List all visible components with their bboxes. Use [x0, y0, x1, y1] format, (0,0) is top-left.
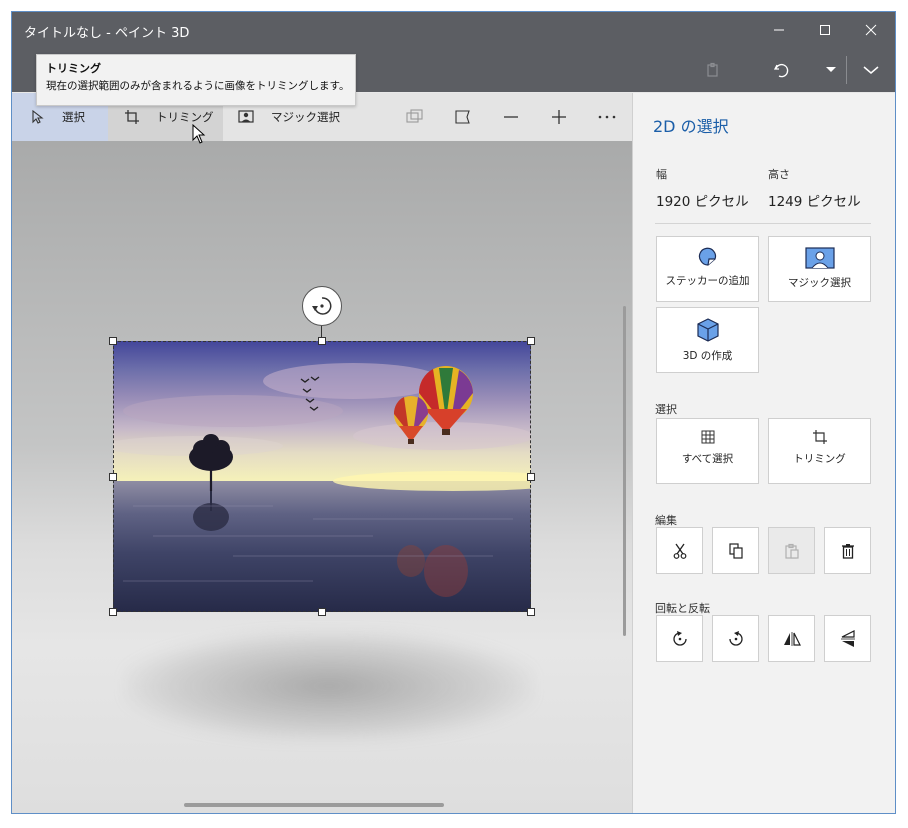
width-label: 幅	[656, 168, 667, 181]
minimize-icon	[774, 29, 784, 31]
crop-icon	[122, 109, 142, 125]
ellipsis-icon	[598, 115, 616, 119]
flip-vertical-icon	[840, 629, 855, 647]
resize-handle-top-right[interactable]	[527, 337, 535, 345]
copy-button[interactable]	[712, 527, 759, 574]
magic-select-tool-label: マジック選択	[271, 110, 340, 124]
sticker-2d-button[interactable]	[443, 93, 483, 141]
copy-2d-button[interactable]	[395, 93, 435, 141]
toolbar-separator	[846, 56, 847, 84]
maximize-icon	[820, 25, 830, 35]
scissors-icon	[673, 543, 686, 559]
add-sticker-label: ステッカーの追加	[665, 275, 750, 287]
minus-icon	[504, 116, 518, 118]
select-all-icon	[701, 430, 714, 444]
minimize-button[interactable]	[756, 12, 802, 48]
crop-panel-button[interactable]: トリミング	[768, 418, 871, 484]
mouse-cursor-icon	[192, 123, 206, 148]
panel-divider	[655, 223, 871, 224]
rotate-left-icon	[672, 630, 687, 646]
resize-handle-left[interactable]	[109, 473, 117, 481]
selection-outline[interactable]	[113, 341, 531, 612]
trash-icon	[841, 543, 854, 559]
window-title: タイトルなし - ペイント 3D	[24, 26, 190, 41]
expand-menu-button[interactable]	[856, 56, 886, 84]
delete-button[interactable]	[824, 527, 871, 574]
resize-handle-bottom-right[interactable]	[527, 608, 535, 616]
close-icon	[865, 24, 877, 36]
app-window: タイトルなし - ペイント 3D トリミング 現在の選択範囲のみが含まれるように…	[11, 11, 896, 814]
paste-top-button[interactable]	[696, 56, 730, 84]
paste-icon	[784, 543, 799, 559]
rotate-right-icon	[728, 630, 743, 646]
make-3d-label: 3D の作成	[682, 350, 733, 362]
rotate-icon	[312, 297, 332, 315]
copy-icon	[728, 542, 743, 559]
flip-horizontal-button[interactable]	[768, 615, 815, 662]
magic-select-panel-label: マジック選択	[788, 277, 851, 289]
add-sticker-button[interactable]: ステッカーの追加	[656, 236, 759, 302]
undo-button[interactable]	[764, 56, 798, 84]
image-shadow	[124, 631, 534, 741]
horizontal-scrollbar[interactable]	[184, 803, 444, 807]
resize-handle-top-left[interactable]	[109, 337, 117, 345]
rotate-right-button[interactable]	[712, 615, 759, 662]
resize-handle-bottom-left[interactable]	[109, 608, 117, 616]
cut-button[interactable]	[656, 527, 703, 574]
flip-horizontal-icon	[783, 631, 801, 646]
rotate-left-button[interactable]	[656, 615, 703, 662]
zoom-out-button[interactable]	[491, 93, 531, 141]
history-dropdown-button[interactable]	[818, 56, 844, 84]
rotate-flip-section-label: 回転と反転	[655, 602, 710, 615]
magic-select-icon	[237, 109, 257, 125]
close-button[interactable]	[848, 12, 894, 48]
sticker-icon	[698, 247, 716, 266]
height-label: 高さ	[768, 168, 790, 181]
canvas-area[interactable]	[12, 141, 632, 813]
side-panel: 2D の選択 幅 1920 ピクセル 高さ 1249 ピクセル ステッカーの追加…	[632, 93, 895, 813]
zoom-in-button[interactable]	[539, 93, 579, 141]
paste-button[interactable]	[768, 527, 815, 574]
plus-icon	[552, 110, 566, 124]
flag-icon	[455, 110, 470, 124]
width-value[interactable]: 1920 ピクセル	[656, 190, 749, 210]
resize-handle-top[interactable]	[318, 337, 326, 345]
select-section-label: 選択	[655, 403, 677, 416]
resize-handle-right[interactable]	[527, 473, 535, 481]
tooltip-description: 現在の選択範囲のみが含まれるように画像をトリミングします。	[46, 80, 350, 92]
cube-icon	[696, 318, 719, 342]
panel-title: 2D の選択	[653, 117, 729, 136]
pointer-icon	[28, 110, 48, 124]
layers-icon	[406, 109, 423, 123]
magic-select-panel-button[interactable]: マジック選択	[768, 236, 871, 302]
edit-section-label: 編集	[655, 514, 677, 527]
rotate-handle[interactable]	[302, 286, 342, 326]
caret-down-icon	[826, 67, 836, 72]
height-value[interactable]: 1249 ピクセル	[768, 190, 861, 210]
select-tool-label: 選択	[62, 110, 85, 124]
crop-icon	[812, 430, 827, 444]
select-all-label: すべて選択	[681, 453, 734, 465]
crop-panel-label: トリミング	[793, 453, 846, 465]
flip-vertical-button[interactable]	[824, 615, 871, 662]
chevron-down-icon	[863, 66, 879, 74]
make-3d-button[interactable]: 3D の作成	[656, 307, 759, 373]
undo-icon	[773, 63, 789, 78]
tooltip-title: トリミング	[46, 62, 101, 75]
vertical-scrollbar[interactable]	[623, 306, 626, 636]
more-options-button[interactable]	[587, 93, 627, 141]
resize-handle-bottom[interactable]	[318, 608, 326, 616]
select-all-button[interactable]: すべて選択	[656, 418, 759, 484]
paste-icon	[707, 62, 718, 77]
crop-tooltip: トリミング 現在の選択範囲のみが含まれるように画像をトリミングします。	[36, 54, 356, 106]
maximize-button[interactable]	[802, 12, 848, 48]
magic-select-icon	[804, 247, 835, 269]
crop-tool-label: トリミング	[156, 110, 214, 124]
